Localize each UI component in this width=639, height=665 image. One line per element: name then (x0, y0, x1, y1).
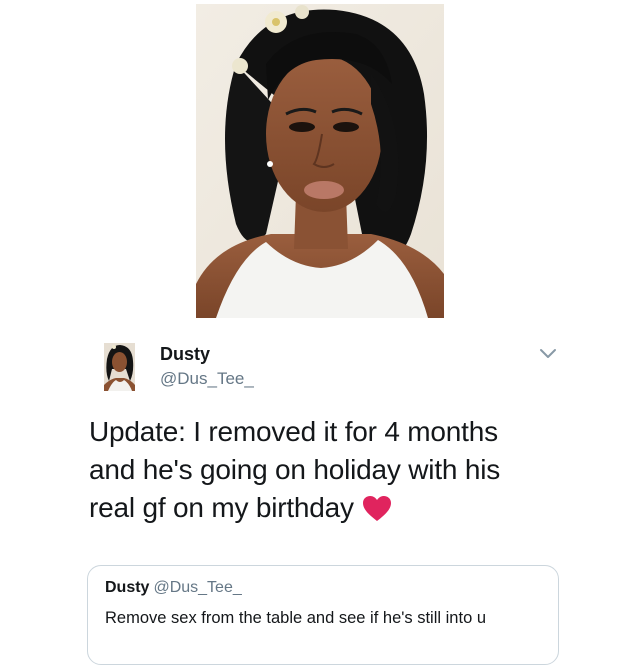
display-name[interactable]: Dusty (160, 343, 254, 365)
tweet-text-line: and he's going on holiday with his (89, 454, 501, 485)
tweet-text-line: Update: I removed it for 4 months (89, 416, 498, 447)
avatar[interactable] (104, 343, 135, 391)
chevron-down-icon[interactable] (538, 345, 558, 361)
quoted-tweet-card[interactable]: Dusty @Dus_Tee_ Remove sex from the table… (87, 565, 559, 665)
selfie-photo (196, 4, 444, 318)
red-heart-icon (362, 494, 392, 532)
avatar-image (104, 343, 135, 391)
tweet-text-line: real gf on my birthday (89, 489, 559, 532)
tweet-text: Update: I removed it for 4 months and he… (89, 413, 559, 532)
tweet-text-line-text: real gf on my birthday (89, 492, 354, 523)
quoted-tweet-text: Remove sex from the table and see if he'… (105, 609, 487, 627)
author-names: Dusty @Dus_Tee_ (160, 343, 254, 391)
tweet-photo[interactable] (196, 4, 444, 318)
tweet-header: Dusty @Dus_Tee_ (104, 340, 564, 396)
quoted-display-name: Dusty (105, 579, 150, 596)
quoted-user-handle: @Dus_Tee_ (153, 579, 242, 596)
quoted-tweet-header: Dusty @Dus_Tee_ (105, 578, 242, 598)
user-handle[interactable]: @Dus_Tee_ (160, 367, 254, 391)
